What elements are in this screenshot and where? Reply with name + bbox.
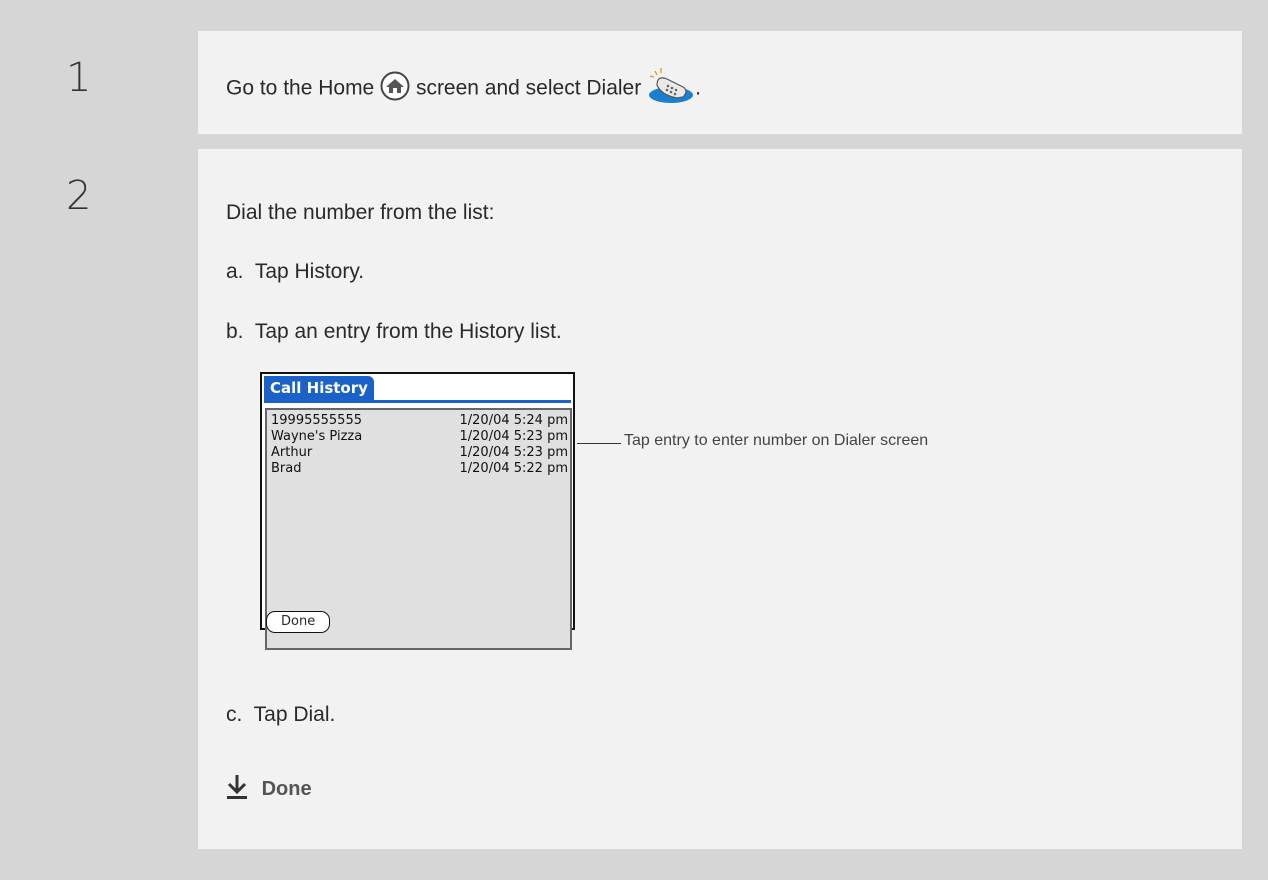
step-number-1: 1 [37, 31, 197, 134]
step-1-text-before: Go to the Home [226, 76, 375, 100]
call-history-screenshot: Call History 19995555555 1/20/04 5:24 pm… [260, 372, 575, 650]
callout-text: Tap entry to enter number on Dialer scre… [624, 432, 929, 449]
step-2a-text: Tap History. [254, 260, 365, 283]
step-1-period: . [695, 76, 701, 100]
callout-line [577, 443, 621, 444]
done-button-wrap: Done [266, 606, 331, 633]
step-2c-text: Tap Dial. [253, 703, 336, 726]
done-indicator: Done [226, 774, 312, 806]
step-2b: b. Tap an entry from the History list. [226, 320, 562, 344]
step-1-text-after: screen and select Dialer [415, 76, 642, 100]
entry-time: 1/20/04 5:22 pm [459, 461, 569, 476]
call-history-title: Call History [264, 376, 374, 400]
step-1-instruction: Go to the Home screen and select Dialer … [226, 67, 701, 111]
step-2-intro: Dial the number from the list: [226, 201, 495, 224]
step-2c: c. Tap Dial. [226, 703, 335, 727]
title-underline [264, 400, 571, 403]
done-label: Done [261, 778, 312, 801]
home-icon [380, 71, 410, 107]
dialer-icon [647, 67, 695, 111]
entry-name: Brad [271, 461, 302, 476]
step-2a-label: a. [226, 260, 244, 283]
step-2a: a. Tap History. [226, 260, 364, 284]
step-number-2: 2 [37, 149, 197, 849]
done-button[interactable]: Done [266, 611, 331, 633]
done-arrow-icon [226, 774, 248, 806]
step-2-panel: Dial the number from the list: a. Tap Hi… [198, 149, 1242, 849]
step-2b-text: Tap an entry from the History list. [254, 320, 562, 343]
step-2b-label: b. [226, 320, 244, 343]
list-item[interactable]: Brad 1/20/04 5:22 pm [271, 460, 568, 478]
step-2c-label: c. [226, 703, 243, 726]
step-1-panel: Go to the Home screen and select Dialer … [198, 31, 1242, 134]
